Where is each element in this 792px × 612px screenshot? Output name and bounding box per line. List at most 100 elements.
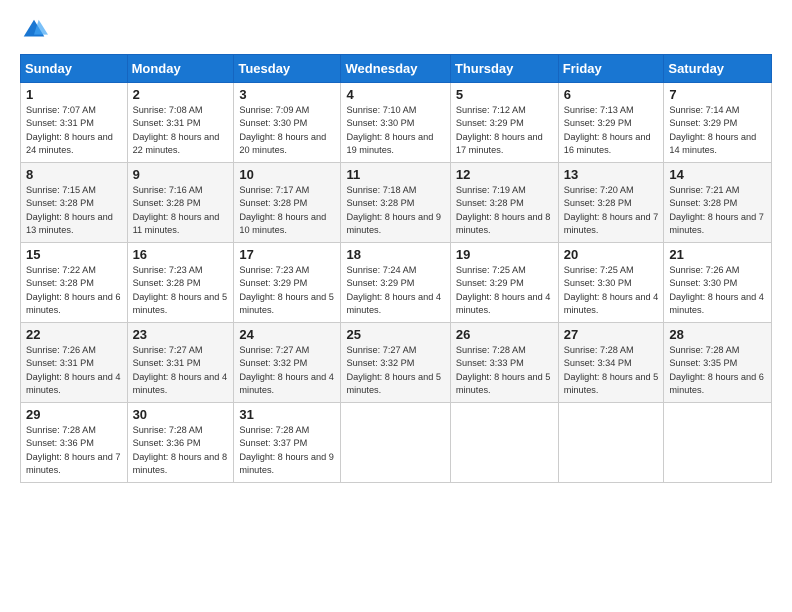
day-info: Sunrise: 7:07 AM Sunset: 3:31 PM Dayligh… [26, 105, 113, 155]
day-number: 10 [239, 167, 335, 182]
sunset-label: Sunset: 3:28 PM [346, 198, 414, 208]
day-info: Sunrise: 7:23 AM Sunset: 3:29 PM Dayligh… [239, 265, 334, 315]
logo-icon [20, 16, 48, 44]
day-number: 20 [564, 247, 659, 262]
day-number: 9 [133, 167, 229, 182]
daylight-label: Daylight: 8 hours and 9 minutes. [346, 212, 441, 235]
day-info: Sunrise: 7:27 AM Sunset: 3:31 PM Dayligh… [133, 345, 228, 395]
sunset-label: Sunset: 3:29 PM [456, 118, 524, 128]
sunset-label: Sunset: 3:28 PM [26, 198, 94, 208]
day-info: Sunrise: 7:15 AM Sunset: 3:28 PM Dayligh… [26, 185, 113, 235]
calendar-cell: 26 Sunrise: 7:28 AM Sunset: 3:33 PM Dayl… [450, 323, 558, 403]
sunset-label: Sunset: 3:28 PM [133, 198, 201, 208]
calendar-cell: 2 Sunrise: 7:08 AM Sunset: 3:31 PM Dayli… [127, 83, 234, 163]
day-number: 28 [669, 327, 766, 342]
daylight-label: Daylight: 8 hours and 8 minutes. [456, 212, 551, 235]
sunrise-label: Sunrise: 7:21 AM [669, 185, 739, 195]
daylight-label: Daylight: 8 hours and 8 minutes. [133, 452, 228, 475]
sunset-label: Sunset: 3:28 PM [133, 278, 201, 288]
sunset-label: Sunset: 3:32 PM [346, 358, 414, 368]
daylight-label: Daylight: 8 hours and 4 minutes. [564, 292, 659, 315]
sunset-label: Sunset: 3:29 PM [456, 278, 524, 288]
calendar-cell: 29 Sunrise: 7:28 AM Sunset: 3:36 PM Dayl… [21, 403, 128, 483]
sunrise-label: Sunrise: 7:24 AM [346, 265, 416, 275]
daylight-label: Daylight: 8 hours and 24 minutes. [26, 132, 113, 155]
calendar-cell: 13 Sunrise: 7:20 AM Sunset: 3:28 PM Dayl… [558, 163, 664, 243]
sunrise-label: Sunrise: 7:23 AM [239, 265, 309, 275]
sunset-label: Sunset: 3:29 PM [346, 278, 414, 288]
day-info: Sunrise: 7:28 AM Sunset: 3:36 PM Dayligh… [26, 425, 121, 475]
daylight-label: Daylight: 8 hours and 5 minutes. [239, 292, 334, 315]
day-number: 12 [456, 167, 553, 182]
day-number: 3 [239, 87, 335, 102]
logo [20, 16, 52, 44]
day-info: Sunrise: 7:14 AM Sunset: 3:29 PM Dayligh… [669, 105, 756, 155]
sunset-label: Sunset: 3:30 PM [564, 278, 632, 288]
sunrise-label: Sunrise: 7:28 AM [26, 425, 96, 435]
calendar-day-header: Monday [127, 55, 234, 83]
calendar-cell: 7 Sunrise: 7:14 AM Sunset: 3:29 PM Dayli… [664, 83, 772, 163]
calendar-cell: 17 Sunrise: 7:23 AM Sunset: 3:29 PM Dayl… [234, 243, 341, 323]
day-info: Sunrise: 7:25 AM Sunset: 3:30 PM Dayligh… [564, 265, 659, 315]
calendar-day-header: Tuesday [234, 55, 341, 83]
sunrise-label: Sunrise: 7:08 AM [133, 105, 203, 115]
calendar-cell [558, 403, 664, 483]
sunset-label: Sunset: 3:35 PM [669, 358, 737, 368]
day-info: Sunrise: 7:09 AM Sunset: 3:30 PM Dayligh… [239, 105, 326, 155]
sunset-label: Sunset: 3:28 PM [26, 278, 94, 288]
daylight-label: Daylight: 8 hours and 6 minutes. [26, 292, 121, 315]
sunset-label: Sunset: 3:29 PM [669, 118, 737, 128]
calendar-cell [450, 403, 558, 483]
sunrise-label: Sunrise: 7:13 AM [564, 105, 634, 115]
day-info: Sunrise: 7:23 AM Sunset: 3:28 PM Dayligh… [133, 265, 228, 315]
day-number: 18 [346, 247, 444, 262]
day-number: 22 [26, 327, 122, 342]
daylight-label: Daylight: 8 hours and 4 minutes. [239, 372, 334, 395]
sunrise-label: Sunrise: 7:25 AM [456, 265, 526, 275]
day-info: Sunrise: 7:16 AM Sunset: 3:28 PM Dayligh… [133, 185, 220, 235]
day-number: 5 [456, 87, 553, 102]
daylight-label: Daylight: 8 hours and 5 minutes. [456, 372, 551, 395]
calendar-week-row: 22 Sunrise: 7:26 AM Sunset: 3:31 PM Dayl… [21, 323, 772, 403]
day-number: 29 [26, 407, 122, 422]
daylight-label: Daylight: 8 hours and 10 minutes. [239, 212, 326, 235]
calendar-day-header: Friday [558, 55, 664, 83]
day-info: Sunrise: 7:28 AM Sunset: 3:34 PM Dayligh… [564, 345, 659, 395]
daylight-label: Daylight: 8 hours and 19 minutes. [346, 132, 433, 155]
calendar-day-header: Sunday [21, 55, 128, 83]
day-info: Sunrise: 7:10 AM Sunset: 3:30 PM Dayligh… [346, 105, 433, 155]
sunset-label: Sunset: 3:31 PM [26, 358, 94, 368]
sunrise-label: Sunrise: 7:27 AM [239, 345, 309, 355]
calendar-cell: 28 Sunrise: 7:28 AM Sunset: 3:35 PM Dayl… [664, 323, 772, 403]
day-number: 17 [239, 247, 335, 262]
sunset-label: Sunset: 3:29 PM [239, 278, 307, 288]
calendar-cell: 16 Sunrise: 7:23 AM Sunset: 3:28 PM Dayl… [127, 243, 234, 323]
day-info: Sunrise: 7:27 AM Sunset: 3:32 PM Dayligh… [346, 345, 441, 395]
sunrise-label: Sunrise: 7:28 AM [456, 345, 526, 355]
day-info: Sunrise: 7:28 AM Sunset: 3:35 PM Dayligh… [669, 345, 764, 395]
calendar-cell: 1 Sunrise: 7:07 AM Sunset: 3:31 PM Dayli… [21, 83, 128, 163]
sunrise-label: Sunrise: 7:16 AM [133, 185, 203, 195]
calendar-cell: 3 Sunrise: 7:09 AM Sunset: 3:30 PM Dayli… [234, 83, 341, 163]
daylight-label: Daylight: 8 hours and 5 minutes. [346, 372, 441, 395]
day-number: 21 [669, 247, 766, 262]
calendar-cell: 15 Sunrise: 7:22 AM Sunset: 3:28 PM Dayl… [21, 243, 128, 323]
page: SundayMondayTuesdayWednesdayThursdayFrid… [0, 0, 792, 612]
day-info: Sunrise: 7:26 AM Sunset: 3:31 PM Dayligh… [26, 345, 121, 395]
day-number: 11 [346, 167, 444, 182]
day-number: 31 [239, 407, 335, 422]
day-info: Sunrise: 7:28 AM Sunset: 3:37 PM Dayligh… [239, 425, 334, 475]
day-info: Sunrise: 7:17 AM Sunset: 3:28 PM Dayligh… [239, 185, 326, 235]
daylight-label: Daylight: 8 hours and 7 minutes. [669, 212, 764, 235]
day-info: Sunrise: 7:21 AM Sunset: 3:28 PM Dayligh… [669, 185, 764, 235]
day-info: Sunrise: 7:24 AM Sunset: 3:29 PM Dayligh… [346, 265, 441, 315]
day-number: 15 [26, 247, 122, 262]
calendar-week-row: 29 Sunrise: 7:28 AM Sunset: 3:36 PM Dayl… [21, 403, 772, 483]
day-number: 27 [564, 327, 659, 342]
day-info: Sunrise: 7:13 AM Sunset: 3:29 PM Dayligh… [564, 105, 651, 155]
calendar-cell: 22 Sunrise: 7:26 AM Sunset: 3:31 PM Dayl… [21, 323, 128, 403]
calendar-header-row: SundayMondayTuesdayWednesdayThursdayFrid… [21, 55, 772, 83]
daylight-label: Daylight: 8 hours and 7 minutes. [564, 212, 659, 235]
sunset-label: Sunset: 3:36 PM [133, 438, 201, 448]
calendar-table: SundayMondayTuesdayWednesdayThursdayFrid… [20, 54, 772, 483]
